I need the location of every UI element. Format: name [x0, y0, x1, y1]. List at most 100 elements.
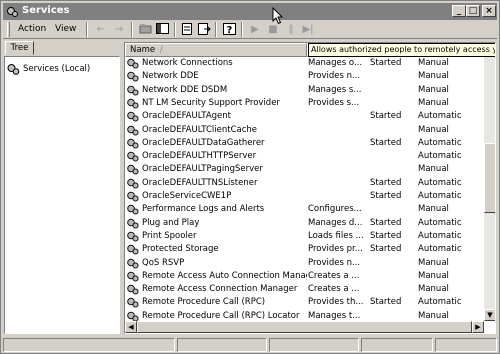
service-row[interactable]: OracleDEFAULTTNSListener Started Automatic [125, 177, 485, 190]
scroll-down-button[interactable]: ▼ [484, 309, 495, 321]
service-status: Started [370, 297, 402, 308]
service-row[interactable]: OracleDEFAULTPagingServer Manual [125, 163, 485, 176]
service-startup-type: Automatic [418, 297, 462, 308]
service-row[interactable]: OracleServiceCWE1P Started Automatic [125, 190, 485, 203]
forward-button[interactable]: → [111, 22, 127, 37]
service-startup-type: Automatic [418, 151, 462, 162]
service-description: Provides n... [308, 71, 361, 82]
column-name-label: Name [130, 45, 156, 55]
service-startup-type: Automatic [418, 137, 462, 148]
service-startup-type: Automatic [418, 111, 462, 122]
start-service-button[interactable]: ▶ [247, 22, 263, 37]
service-startup-type: Manual [418, 58, 449, 68]
service-description: Provides pr... [308, 244, 363, 255]
menu-action[interactable]: Action [18, 24, 46, 34]
service-description: Creates a ... [308, 284, 360, 295]
mouse-cursor-icon [272, 7, 284, 25]
status-pane-1 [3, 338, 175, 352]
service-row[interactable]: Print Spooler Loads files ... Started Autom… [125, 230, 485, 243]
service-description: Provides s... [308, 97, 360, 108]
service-row[interactable]: Remote Access Auto Connection Manager Cre… [125, 270, 485, 283]
service-row[interactable]: Performance Logs and Alerts Configures...… [125, 203, 485, 216]
service-row[interactable]: Remote Access Connection Manager Creates … [125, 283, 485, 296]
service-gear-icon [127, 298, 139, 308]
service-gear-icon [127, 72, 139, 82]
service-row[interactable]: Network Connections Manages o... Started Ma… [125, 57, 485, 70]
minimize-button[interactable]: _ [452, 5, 466, 17]
horizontal-scrollbar[interactable]: ◀ ▶ [125, 321, 484, 333]
service-name: NT LM Security Support Provider [142, 97, 280, 108]
column-header-name[interactable]: Name / [125, 43, 307, 57]
service-status: Started [370, 177, 402, 188]
service-gear-icon [127, 98, 139, 109]
pause-service-button[interactable]: ‖ [283, 22, 299, 37]
service-row[interactable]: OracleDEFAULTAgent Started Automatic [125, 110, 485, 123]
status-pane-3 [269, 338, 359, 352]
horizontal-scroll-thumb[interactable] [137, 321, 472, 333]
restart-service-button[interactable]: ▶| [300, 22, 316, 37]
help-icon[interactable]: ? [221, 22, 237, 37]
service-row[interactable]: QoS RSVP Provides n... Manual [125, 257, 485, 270]
service-status: Started [370, 230, 402, 241]
service-name: Remote Access Connection Manager [142, 284, 298, 295]
service-startup-type: Manual [418, 257, 449, 268]
service-description: Manages d... [308, 217, 363, 228]
toolbar-separator [241, 22, 243, 37]
back-button[interactable]: ← [93, 22, 109, 37]
service-gear-icon [127, 165, 139, 175]
service-name: OracleDEFAULTPagingServer [142, 164, 263, 175]
scroll-left-button[interactable]: ◀ [125, 321, 137, 333]
service-description: Manages s... [308, 84, 362, 95]
tab-tree[interactable]: Tree [5, 41, 34, 55]
service-gear-icon [127, 258, 139, 269]
title-bar[interactable]: Services _ □ × [3, 3, 497, 20]
service-row[interactable]: OracleDEFAULTDataGatherer Started Automati… [125, 137, 485, 150]
service-name: Print Spooler [142, 230, 197, 241]
service-status: Started [370, 58, 402, 68]
export-list-icon[interactable] [196, 22, 212, 37]
service-row[interactable]: Plug and Play Manages d... Started Automati… [125, 217, 485, 230]
tree-node-services-local[interactable]: Services (Local) [7, 62, 90, 76]
service-row[interactable]: OracleDEFAULTHTTPServer Automatic [125, 150, 485, 163]
show-hide-tree-icon[interactable] [154, 22, 170, 37]
service-row[interactable]: Remote Procedure Call (RPC) Provides th..… [125, 296, 485, 309]
service-name: Network DDE DSDM [142, 84, 228, 95]
close-button[interactable]: × [482, 5, 496, 17]
service-row[interactable]: Network DDE Provides n... Manual [125, 70, 485, 83]
service-startup-type: Manual [418, 164, 449, 175]
status-bar [3, 338, 497, 352]
menu-view[interactable]: View [55, 24, 76, 34]
properties-icon[interactable] [179, 22, 195, 37]
service-status: Started [370, 217, 402, 228]
up-folder-icon[interactable] [137, 22, 153, 37]
tree-pane: Services (Local) [4, 56, 120, 334]
service-startup-type: Manual [418, 97, 449, 108]
toolbar-separator [131, 22, 133, 37]
service-name: OracleDEFAULTHTTPServer [142, 151, 257, 162]
vertical-scroll-thumb[interactable] [484, 143, 495, 213]
maximize-button[interactable]: □ [466, 5, 480, 17]
service-gear-icon [127, 244, 139, 255]
service-startup-type: Manual [418, 270, 449, 281]
toolbar-separator [86, 22, 88, 37]
service-status: Started [370, 111, 402, 122]
service-name: Protected Storage [142, 244, 219, 255]
service-row[interactable]: Network DDE DSDM Manages s... Manual [125, 84, 485, 97]
service-startup-type: Automatic [418, 244, 462, 255]
service-gear-icon [127, 151, 139, 162]
service-gear-icon [127, 218, 139, 229]
service-description: Configures... [308, 204, 362, 215]
service-startup-type: Automatic [418, 191, 462, 201]
service-row[interactable]: Protected Storage Provides pr... Started Au… [125, 243, 485, 256]
scroll-right-button[interactable]: ▶ [472, 321, 484, 333]
service-row[interactable]: OracleDEFAULTClientCache Manual [125, 124, 485, 137]
service-name: Network Connections [142, 58, 233, 68]
service-name: Remote Procedure Call (RPC) [142, 297, 266, 308]
service-description: Provides n... [308, 257, 361, 268]
status-pane-2 [177, 338, 267, 352]
service-startup-type: Manual [418, 84, 449, 95]
sort-indicator: / [160, 45, 163, 55]
service-row[interactable]: NT LM Security Support Provider Provides … [125, 97, 485, 110]
service-description: Loads files ... [308, 230, 364, 241]
vertical-scrollbar[interactable]: ▲ ▼ [484, 43, 495, 321]
